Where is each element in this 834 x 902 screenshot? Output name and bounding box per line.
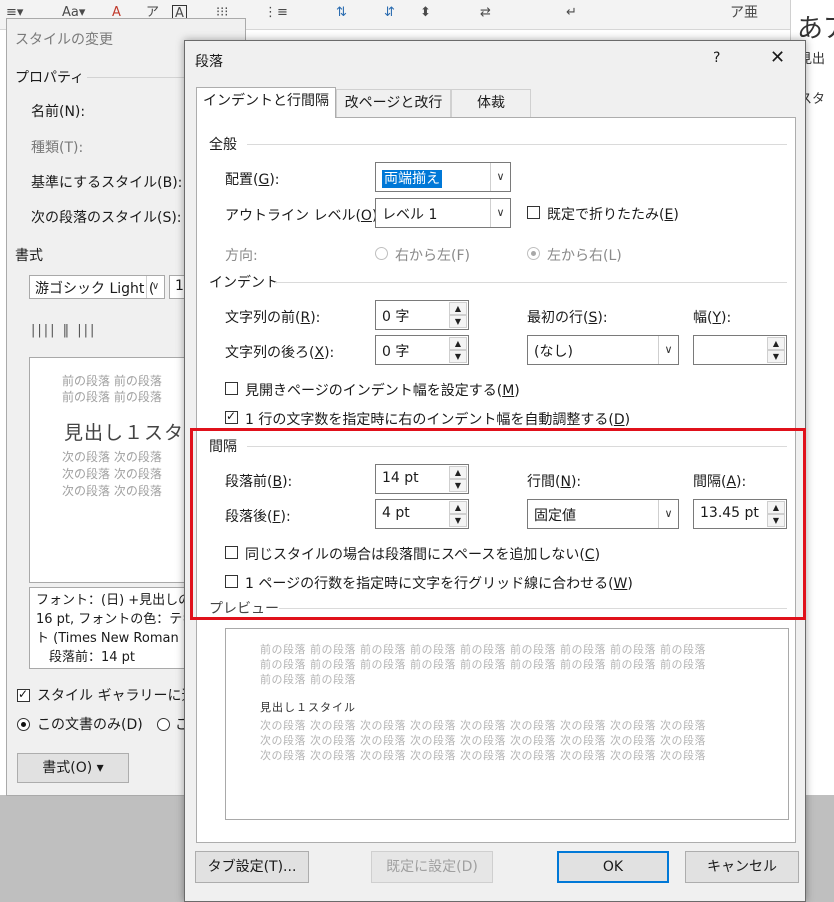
gallery-checkbox[interactable] [17,687,30,702]
preview-heading: 見出し１スタ [64,422,185,444]
set-as-default-button[interactable]: 既定に設定(D) [371,851,493,883]
format-group-label: 書式 [15,248,43,264]
ribbon-show-marks-icon[interactable]: ↵ [566,5,577,21]
new-documents-radio[interactable] [157,718,170,731]
spin-up-icon[interactable]: ▲ [449,302,467,315]
preview-after-line: 次の段落 次の段落 [62,467,162,481]
ribbon-style-text: ア亜 [730,5,758,21]
first-line-label: 最初の行(S): [527,310,608,326]
properties-group-label: プロパティ [15,70,85,86]
general-separator [247,144,787,145]
spin-up-icon[interactable]: ▲ [449,337,467,350]
preview-heading-line: 見出し１スタイル [260,701,356,714]
mirror-indents-checkbox[interactable] [225,382,238,395]
right-to-left-label: 右から左(F) [395,248,470,264]
alignment-select[interactable]: 両端揃え ∨ [375,162,511,192]
ribbon-indent-icon[interactable]: ⇅ [336,5,347,21]
auto-adjust-indent-checkbox[interactable] [225,409,238,424]
spin-down-icon[interactable]: ▼ [449,350,467,363]
this-document-radio[interactable] [17,718,30,731]
dialog-title: 段落 [195,54,223,70]
indent-before-value: 0 字 [382,309,410,325]
right-to-left-radio[interactable] [375,247,388,260]
chevron-down-icon[interactable]: ∨ [490,163,510,191]
preview-before-line: 前の段落 前の段落 前の段落 前の段落 前の段落 前の段落 前の段落 前の段落 … [260,643,706,656]
paragraph-preview-box: 前の段落 前の段落 前の段落 前の段落 前の段落 前の段落 前の段落 前の段落 … [225,628,789,820]
outline-level-select[interactable]: レベル 1 ∨ [375,198,511,228]
alignment-buttons-icon[interactable]: |||| ‖ ||| [31,323,96,338]
style-type-label: 種類(T): [31,140,84,156]
outline-level-label: アウトライン レベル(O): [225,208,382,224]
format-menu-button[interactable]: 書式(O) ▾ [17,753,129,783]
alignment-label: 配置(G): [225,172,280,188]
indent-width-label: 幅(Y): [693,310,732,326]
preview-before-line: 前の段落 前の段落 [260,673,356,686]
ribbon-text-direction-icon[interactable]: ⇄ [480,5,491,21]
cancel-button[interactable]: キャンセル [685,851,799,883]
spin-down-icon[interactable]: ▼ [449,315,467,328]
left-to-right-radio[interactable] [527,247,540,260]
indent-after-label: 文字列の後ろ(X): [225,345,335,361]
spin-down-icon[interactable]: ▼ [767,350,785,363]
left-to-right-label: 左から右(L) [547,248,622,264]
ribbon-numbering-icon[interactable]: ⋮≡ [264,5,288,21]
tabs-settings-button[interactable]: タブ設定(T)... [195,851,309,883]
preview-after-line: 次の段落 次の段落 次の段落 次の段落 次の段落 次の段落 次の段落 次の段落 … [260,719,706,732]
font-name-select[interactable]: 游ゴシック Light ( ∨ [29,275,165,299]
preview-after-line: 次の段落 次の段落 次の段落 次の段落 次の段落 次の段落 次の段落 次の段落 … [260,734,706,747]
help-icon[interactable]: ? [713,50,720,66]
indent-before-spinner[interactable]: 0 字 ▲ ▼ [375,300,469,330]
first-line-value: (なし) [534,344,573,360]
base-style-label: 基準にするスタイル(B): [31,175,183,191]
style-name-label: 名前(N): [31,104,86,120]
tab-indents-spacing[interactable]: インデントと行間隔 [196,87,336,118]
tab-line-page-breaks[interactable]: 改ページと改行 [336,89,451,117]
direction-label: 方向: [225,248,258,264]
indent-before-label: 文字列の前(R): [225,310,321,326]
close-icon[interactable]: ✕ [770,47,785,68]
chevron-down-icon[interactable]: ∨ [658,336,678,364]
ok-button[interactable]: OK [557,851,669,883]
spin-up-icon[interactable]: ▲ [767,337,785,350]
indent-width-spinner[interactable]: ▲ ▼ [693,335,787,365]
tab-asian-typography[interactable]: 体裁 [451,89,531,117]
first-line-select[interactable]: (なし) ∨ [527,335,679,365]
ribbon-outdent-icon[interactable]: ⇵ [384,5,395,21]
alignment-value: 両端揃え [382,170,442,188]
collapse-by-default-label: 既定で折りたたみ(E) [547,207,679,223]
preview-after-line: 次の段落 次の段落 次の段落 次の段落 次の段落 次の段落 次の段落 次の段落 … [260,749,706,762]
font-name-value: 游ゴシック Light ( [35,281,155,297]
chevron-down-icon[interactable]: ∨ [490,199,510,227]
auto-adjust-indent-label: 1 行の文字数を指定時に右のインデント幅を自動調整する(D) [245,412,631,428]
ribbon-sort-icon[interactable]: ⬍ [420,5,431,21]
spacing-highlight-box [190,428,806,620]
this-document-radio-label: この文書のみ(D) [37,717,143,733]
outline-level-value: レベル 1 [382,207,438,223]
mirror-indents-label: 見開きページのインデント幅を設定する(M) [245,383,520,399]
next-style-label: 次の段落のスタイル(S): [31,210,182,226]
indent-group-heading: インデント [209,272,285,292]
indent-separator [275,282,787,283]
chevron-down-icon[interactable]: ∨ [146,276,164,298]
indent-after-spinner[interactable]: 0 字 ▲ ▼ [375,335,469,365]
collapse-by-default-checkbox[interactable] [527,206,540,219]
preview-before-line: 前の段落 前の段落 [62,390,162,404]
modify-style-title: スタイルの変更 [15,32,113,48]
preview-after-line: 次の段落 次の段落 [62,450,162,464]
general-group-heading: 全般 [209,134,243,154]
preview-before-line: 前の段落 前の段落 [62,374,162,388]
indent-after-value: 0 字 [382,344,410,360]
preview-after-line: 次の段落 次の段落 [62,484,162,498]
preview-before-line: 前の段落 前の段落 前の段落 前の段落 前の段落 前の段落 前の段落 前の段落 … [260,658,706,671]
